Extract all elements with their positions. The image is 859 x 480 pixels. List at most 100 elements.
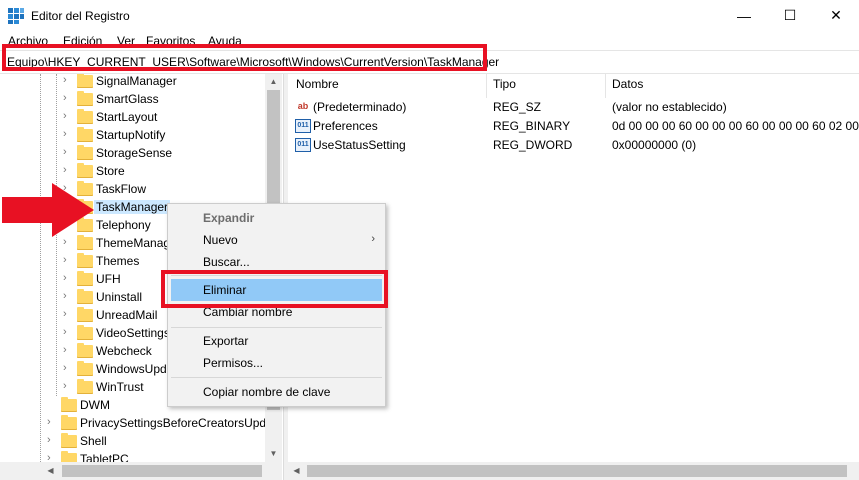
ctx-permisos[interactable]: Permisos... — [168, 352, 385, 374]
ctx-expandir: Expandir — [168, 207, 385, 229]
folder-icon — [77, 343, 93, 358]
tree-item-label: TaskFlow — [96, 182, 147, 196]
tree-item[interactable]: › Shell — [0, 433, 282, 451]
tree-item-label: PrivacySettingsBeforeCreatorsUpda — [80, 416, 273, 430]
ctx-separator — [171, 327, 382, 328]
ctx-label: Expandir — [203, 211, 255, 225]
chevron-right-icon[interactable]: › — [63, 128, 67, 140]
scroll-left-icon[interactable]: ◀ — [42, 462, 59, 480]
folder-icon — [77, 91, 93, 106]
tree-item-label: Uninstall — [96, 290, 143, 304]
chevron-right-icon[interactable]: › — [63, 110, 67, 122]
red-arrow-annotation — [2, 183, 94, 237]
chevron-right-icon[interactable]: › — [63, 380, 67, 392]
chevron-right-icon[interactable]: › — [63, 74, 67, 86]
tree-item-label: StartupNotify — [96, 128, 166, 142]
tree-item-label: Telephony — [96, 218, 151, 232]
value-name[interactable]: UseStatusSetting — [313, 138, 406, 152]
tree-item[interactable]: › StartupNotify — [0, 127, 282, 145]
folder-icon — [77, 325, 93, 340]
tree-item-label: UFH — [96, 272, 121, 286]
submenu-arrow-icon: › — [371, 233, 375, 245]
folder-icon — [61, 397, 77, 412]
binary-value-icon: 011 — [295, 138, 311, 152]
chevron-right-icon[interactable]: › — [63, 164, 67, 176]
chevron-right-icon[interactable]: › — [63, 254, 67, 266]
chevron-right-icon[interactable]: › — [47, 416, 51, 428]
tree-item-label: SignalManager — [96, 74, 177, 88]
value-name[interactable]: Preferences — [313, 119, 378, 133]
chevron-right-icon[interactable]: › — [63, 92, 67, 104]
chevron-right-icon[interactable]: › — [47, 434, 51, 446]
ctx-label: Permisos... — [203, 356, 264, 370]
tree-item-label: StartLayout — [96, 110, 158, 124]
tree-item-label: ThemeManag — [96, 236, 171, 250]
tree-item[interactable]: › PrivacySettingsBeforeCreatorsUpda — [0, 415, 282, 433]
folder-icon — [77, 361, 93, 376]
folder-icon — [61, 415, 77, 430]
folder-icon — [77, 127, 93, 142]
chevron-right-icon[interactable]: › — [63, 272, 67, 284]
value-name[interactable]: (Predeterminado) — [313, 100, 406, 114]
title-bar: Editor del Registro — ☐ ✕ — [0, 0, 859, 31]
tree-item-label: Webcheck — [96, 344, 152, 358]
column-header-data[interactable]: Datos — [612, 77, 643, 97]
value-type: REG_BINARY — [493, 119, 571, 133]
tree-item-label: Shell — [80, 434, 107, 448]
ctx-label: Nuevo — [203, 233, 238, 247]
tree-item-label: UnreadMail — [96, 308, 158, 322]
ctx-label: Buscar... — [203, 255, 250, 269]
chevron-right-icon[interactable]: › — [63, 362, 67, 374]
folder-icon — [61, 433, 77, 448]
ctx-exportar[interactable]: Exportar — [168, 330, 385, 352]
tree-item-label: WindowsUpd — [96, 362, 167, 376]
tree-item-label: VideoSettings — [96, 326, 170, 340]
tree-item[interactable]: › Store — [0, 163, 282, 181]
folder-icon — [77, 145, 93, 160]
column-header-type[interactable]: Tipo — [493, 77, 516, 97]
tree-item-label: DWM — [80, 398, 110, 412]
value-data: (valor no establecido) — [612, 100, 727, 114]
value-type: REG_DWORD — [493, 138, 573, 152]
tree-item-label: StorageSense — [96, 146, 173, 160]
folder-icon — [77, 253, 93, 268]
tree-item-label: TaskManager — [94, 200, 171, 214]
close-button[interactable]: ✕ — [813, 0, 859, 31]
folder-icon — [77, 109, 93, 124]
chevron-right-icon[interactable]: › — [63, 236, 67, 248]
address-highlight-box — [2, 44, 487, 71]
maximize-button[interactable]: ☐ — [767, 0, 813, 31]
chevron-right-icon[interactable]: › — [63, 290, 67, 302]
eliminar-highlight-box — [161, 270, 388, 308]
folder-icon — [77, 271, 93, 286]
value-data: 0d 00 00 00 60 00 00 00 60 00 00 00 60 0… — [612, 119, 859, 133]
ctx-nuevo[interactable]: Nuevo › — [168, 229, 385, 251]
folder-icon — [77, 307, 93, 322]
list-hscroll-thumb[interactable] — [307, 465, 847, 477]
tree-item-label: WinTrust — [96, 380, 144, 394]
scroll-left-icon[interactable]: ◀ — [288, 462, 305, 480]
tree-item[interactable]: › SmartGlass — [0, 91, 282, 109]
ctx-label: Copiar nombre de clave — [203, 385, 331, 399]
tree-item-label: Store — [96, 164, 125, 178]
chevron-right-icon[interactable]: › — [63, 344, 67, 356]
tree-item[interactable]: › StorageSense — [0, 145, 282, 163]
chevron-right-icon[interactable]: › — [63, 146, 67, 158]
chevron-right-icon[interactable]: › — [63, 326, 67, 338]
ctx-copiar-nombre[interactable]: Copiar nombre de clave — [168, 381, 385, 403]
column-header-name[interactable]: Nombre — [296, 77, 339, 97]
tree-item[interactable]: › SignalManager — [0, 74, 282, 91]
value-data: 0x00000000 (0) — [612, 138, 697, 152]
string-value-icon: ab — [297, 101, 309, 111]
scroll-up-icon[interactable]: ▲ — [265, 74, 282, 90]
tree-hscroll-thumb[interactable] — [62, 465, 262, 477]
scroll-down-icon[interactable]: ▼ — [265, 446, 282, 462]
tree-item[interactable]: › StartLayout — [0, 109, 282, 127]
folder-icon — [77, 163, 93, 178]
chevron-right-icon[interactable]: › — [63, 308, 67, 320]
window-title: Editor del Registro — [31, 9, 130, 23]
value-type: REG_SZ — [493, 100, 542, 114]
minimize-button[interactable]: — — [721, 0, 767, 31]
tree-item-label: SmartGlass — [96, 92, 159, 106]
folder-icon — [77, 74, 93, 88]
